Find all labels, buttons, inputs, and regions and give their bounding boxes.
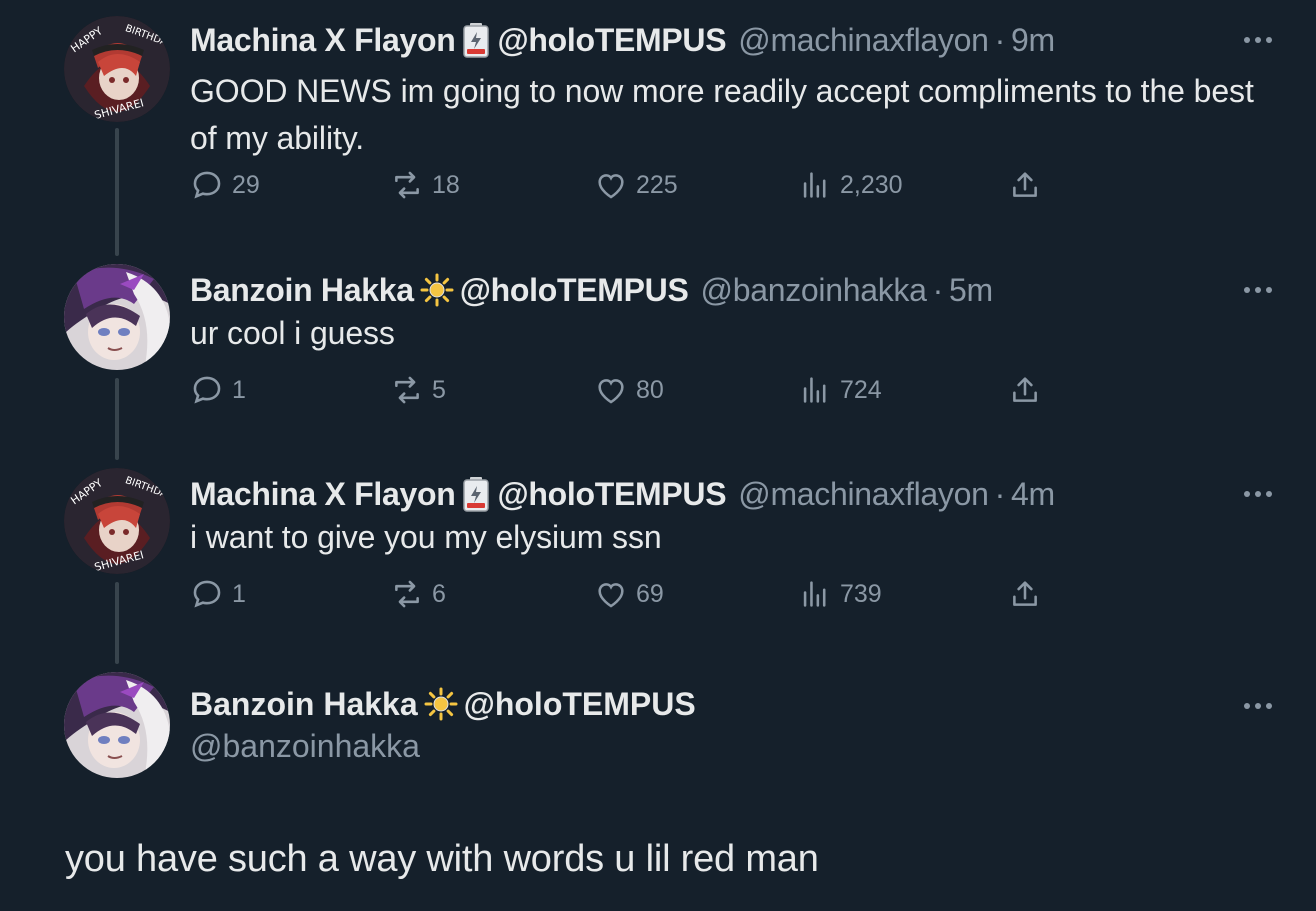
avatar[interactable] — [64, 672, 170, 778]
share-button[interactable] — [1008, 370, 1050, 410]
heart-icon — [598, 174, 624, 199]
timestamp[interactable]: 9m — [1011, 22, 1055, 59]
share-icon — [1013, 377, 1037, 402]
display-name[interactable]: Machina X Flayon — [190, 22, 456, 59]
like-button[interactable]: 80 — [594, 370, 664, 410]
thread-line — [115, 582, 119, 664]
more-options-icon[interactable] — [1240, 28, 1276, 52]
tweet-text: GOOD NEWS im going to now more readily a… — [190, 73, 1254, 156]
thread-line — [115, 128, 119, 256]
reply-count: 1 — [232, 375, 246, 404]
like-button[interactable]: 69 — [594, 574, 664, 614]
more-options-icon[interactable] — [1240, 278, 1276, 302]
tweet-text: i want to give you my elysium ssn — [190, 519, 662, 555]
like-button[interactable]: 225 — [594, 165, 678, 205]
timestamp[interactable]: 4m — [1011, 476, 1055, 513]
display-name[interactable]: Banzoin Hakka — [190, 272, 414, 309]
user-handle[interactable]: @banzoinhakka — [190, 728, 420, 765]
avatar[interactable] — [64, 16, 170, 122]
retweet-icon — [395, 580, 419, 608]
tweet-header: Machina X Flayon @holoTEMPUS @machinaxfl… — [190, 20, 1055, 60]
separator-dot: · — [994, 21, 1006, 58]
tweet-text: ur cool i guess — [190, 315, 395, 351]
user-handle[interactable]: @machinaxflayon — [738, 476, 989, 513]
display-name[interactable]: Machina X Flayon — [190, 476, 456, 513]
tweet-header: Banzoin Hakka @holoTEMPUS @banzoinhakka … — [190, 270, 993, 310]
views-button[interactable]: 724 — [798, 370, 882, 410]
analytics-icon — [803, 581, 826, 607]
reply-button[interactable]: 29 — [190, 165, 260, 205]
timestamp[interactable]: 5m — [949, 272, 993, 309]
retweet-icon — [395, 171, 419, 199]
user-handle[interactable]: @machinaxflayon — [738, 22, 989, 59]
more-options-icon[interactable] — [1240, 482, 1276, 506]
share-button[interactable] — [1008, 574, 1050, 614]
retweet-icon — [395, 376, 419, 404]
reply-icon — [193, 171, 221, 199]
retweet-button[interactable]: 6 — [390, 574, 446, 614]
affiliation-label[interactable]: @holoTEMPUS — [497, 476, 726, 513]
reply-icon — [193, 376, 221, 404]
reply-count: 1 — [232, 579, 246, 608]
retweet-button[interactable]: 18 — [390, 165, 460, 205]
retweet-button[interactable]: 5 — [390, 370, 446, 410]
battery-low-icon — [461, 22, 491, 58]
like-count: 80 — [636, 375, 664, 404]
retweet-count: 6 — [432, 579, 446, 608]
heart-icon — [598, 583, 624, 608]
display-name[interactable]: Banzoin Hakka — [190, 686, 418, 723]
sun-icon — [420, 273, 454, 307]
avatar[interactable] — [64, 468, 170, 574]
sun-icon — [424, 687, 458, 721]
tweet-2[interactable]: Banzoin Hakka @holoTEMPUS @banzoinhakka … — [0, 260, 1316, 460]
analytics-icon — [803, 377, 826, 403]
avatar[interactable] — [64, 264, 170, 370]
affiliation-label[interactable]: @holoTEMPUS — [464, 686, 696, 723]
view-count: 2,230 — [840, 170, 903, 199]
like-count: 225 — [636, 170, 678, 199]
like-count: 69 — [636, 579, 664, 608]
retweet-count: 18 — [432, 170, 460, 199]
tweet-header: Machina X Flayon @holoTEMPUS @machinaxfl… — [190, 474, 1055, 514]
affiliation-label[interactable]: @holoTEMPUS — [460, 272, 689, 309]
main-tweet-text: you have such a way with words u lil red… — [65, 838, 819, 880]
share-button[interactable] — [1008, 165, 1050, 205]
tweet-actions: 1 6 69 739 — [190, 574, 1050, 614]
affiliation-label[interactable]: @holoTEMPUS — [497, 22, 726, 59]
share-icon — [1013, 581, 1037, 606]
reply-icon — [193, 580, 221, 608]
heart-icon — [598, 379, 624, 404]
view-count: 724 — [840, 375, 882, 404]
reply-button[interactable]: 1 — [190, 370, 246, 410]
analytics-icon — [803, 172, 826, 198]
retweet-count: 5 — [432, 375, 446, 404]
tweet-3[interactable]: Machina X Flayon @holoTEMPUS @machinaxfl… — [0, 464, 1316, 664]
more-options-icon[interactable] — [1240, 694, 1276, 718]
reply-button[interactable]: 1 — [190, 574, 246, 614]
thread-line — [115, 378, 119, 460]
separator-dot: · — [932, 271, 944, 308]
share-icon — [1013, 172, 1037, 197]
battery-low-icon — [461, 476, 491, 512]
views-button[interactable]: 739 — [798, 574, 882, 614]
tweet-actions: 29 18 225 2,230 — [190, 165, 1050, 205]
user-handle[interactable]: @banzoinhakka — [701, 272, 927, 309]
reply-count: 29 — [232, 170, 260, 199]
tweet-actions: 1 5 80 724 — [190, 370, 1050, 410]
tweet-1[interactable]: Machina X Flayon @holoTEMPUS @machinaxfl… — [0, 10, 1316, 256]
tweet-header: Banzoin Hakka @holoTEMPUS — [190, 684, 696, 724]
separator-dot: · — [994, 475, 1006, 512]
views-button[interactable]: 2,230 — [798, 165, 903, 205]
view-count: 739 — [840, 579, 882, 608]
